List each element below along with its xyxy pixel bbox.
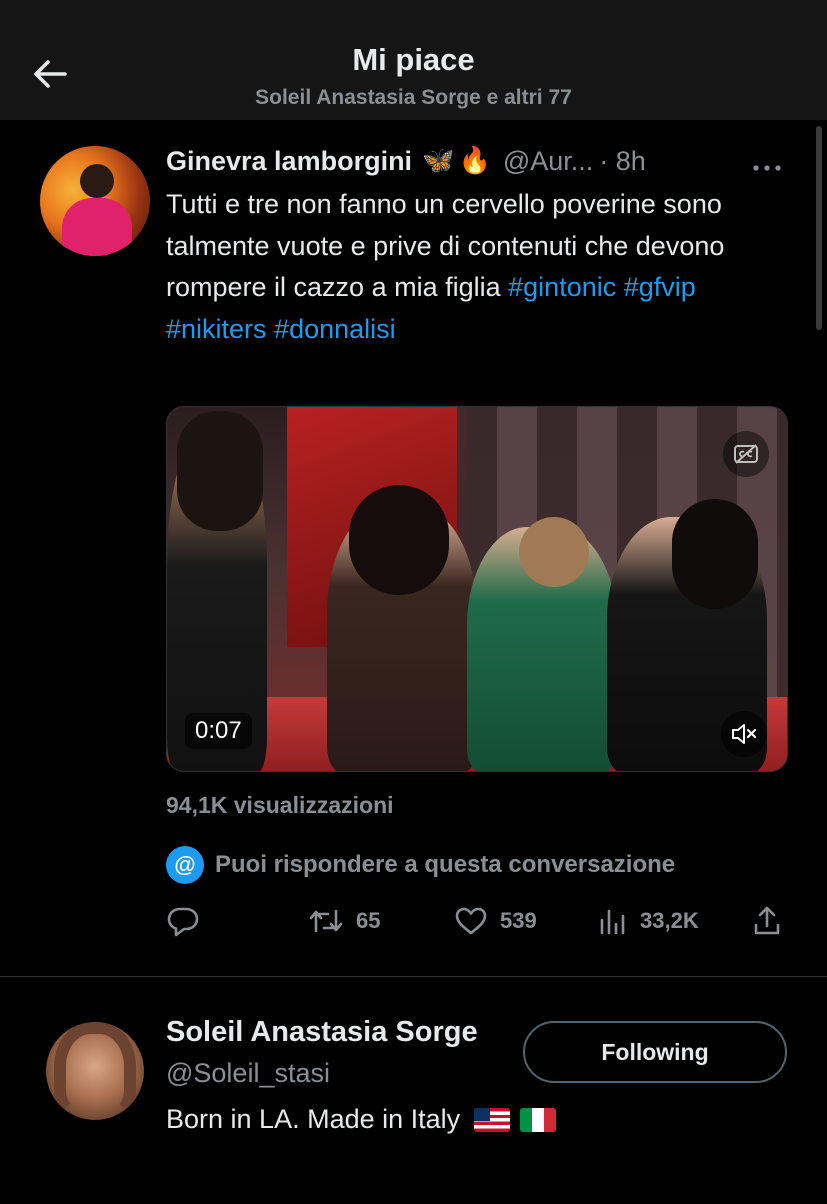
liker-handle[interactable]: @Soleil_stasi [166,1058,330,1089]
liker-bio-text: Born in LA. Made in Italy [166,1104,461,1134]
butterfly-emoji: 🦋 [422,146,455,176]
video-person-hair [177,411,263,531]
us-flag-icon [474,1107,511,1132]
page-subtitle: Soleil Anastasia Sorge e altri 77 [255,86,572,109]
share-icon [754,906,780,935]
tweet-timestamp[interactable]: · 8h [599,146,646,177]
hashtag-link[interactable]: #nikiters [166,314,267,344]
more-options-button[interactable] [752,148,782,179]
retweet-button[interactable]: 65 [308,902,380,940]
avatar-figure-head [80,164,114,198]
page-title: Mi piace [352,42,475,77]
tweet-author-avatar[interactable] [40,146,150,256]
top-bar: Mi piace Soleil Anastasia Sorge e altri … [0,0,827,120]
avatar-hair [54,1022,136,1120]
scrollbar[interactable] [816,126,822,330]
hashtag-link[interactable]: #donnalisi [274,314,396,344]
retweet-icon [309,909,343,933]
following-button[interactable]: Following [523,1021,787,1083]
retweet-count: 65 [356,908,381,933]
liker-bio: Born in LA. Made in Italy [166,1104,557,1135]
tweet-actions: 65 539 33,2K [166,902,788,940]
volume-muted-icon [732,724,757,744]
fire-emoji: 🔥 [458,146,491,176]
captions-button[interactable] [723,431,769,477]
tweet-author-name[interactable]: Ginevra lamborgini [166,146,412,177]
video-duration: 0:07 [185,713,252,749]
video-person-hair [349,485,449,595]
analytics-button[interactable]: 33,2K [598,902,699,940]
liker-avatar[interactable] [46,1022,144,1120]
more-horizontal-icon [753,165,781,171]
bar-chart-icon [600,909,625,935]
analytics-count: 33,2K [640,908,699,933]
video-person-hair [519,517,589,587]
reply-icon [167,907,199,937]
liker-name[interactable]: Soleil Anastasia Sorge [166,1016,478,1049]
tweet-text: Tutti e tre non fanno un cervello poveri… [166,184,786,350]
hashtag-link[interactable]: #gintonic [508,272,616,302]
reply-permission-info: @ Puoi rispondere a questa conversazione [166,846,675,884]
tweet-author-handle[interactable]: @Aur... [503,146,593,177]
avatar-figure-dress [62,198,132,256]
closed-captions-icon [734,444,758,464]
heart-icon [455,907,487,935]
hashtag-link[interactable]: #gfvip [624,272,696,302]
tweet-view-count[interactable]: 94,1K visualizzazioni [166,792,394,819]
mute-button[interactable] [721,711,767,757]
like-button[interactable]: 539 [454,902,537,940]
section-divider [0,976,827,977]
reply-button[interactable] [166,902,200,940]
tweet-author-line: Ginevra lamborgini 🦋 🔥 @Aur... · 8h [166,142,646,180]
italy-flag-icon [520,1107,557,1132]
at-sign-icon: @ [166,846,204,884]
video-person-hair [672,499,758,609]
share-button[interactable] [752,902,782,940]
tweet-video[interactable]: 0:07 [166,406,788,772]
us-flag-canton [474,1107,491,1121]
reply-permission-text: Puoi rispondere a questa conversazione [215,851,676,878]
like-count: 539 [500,908,537,933]
